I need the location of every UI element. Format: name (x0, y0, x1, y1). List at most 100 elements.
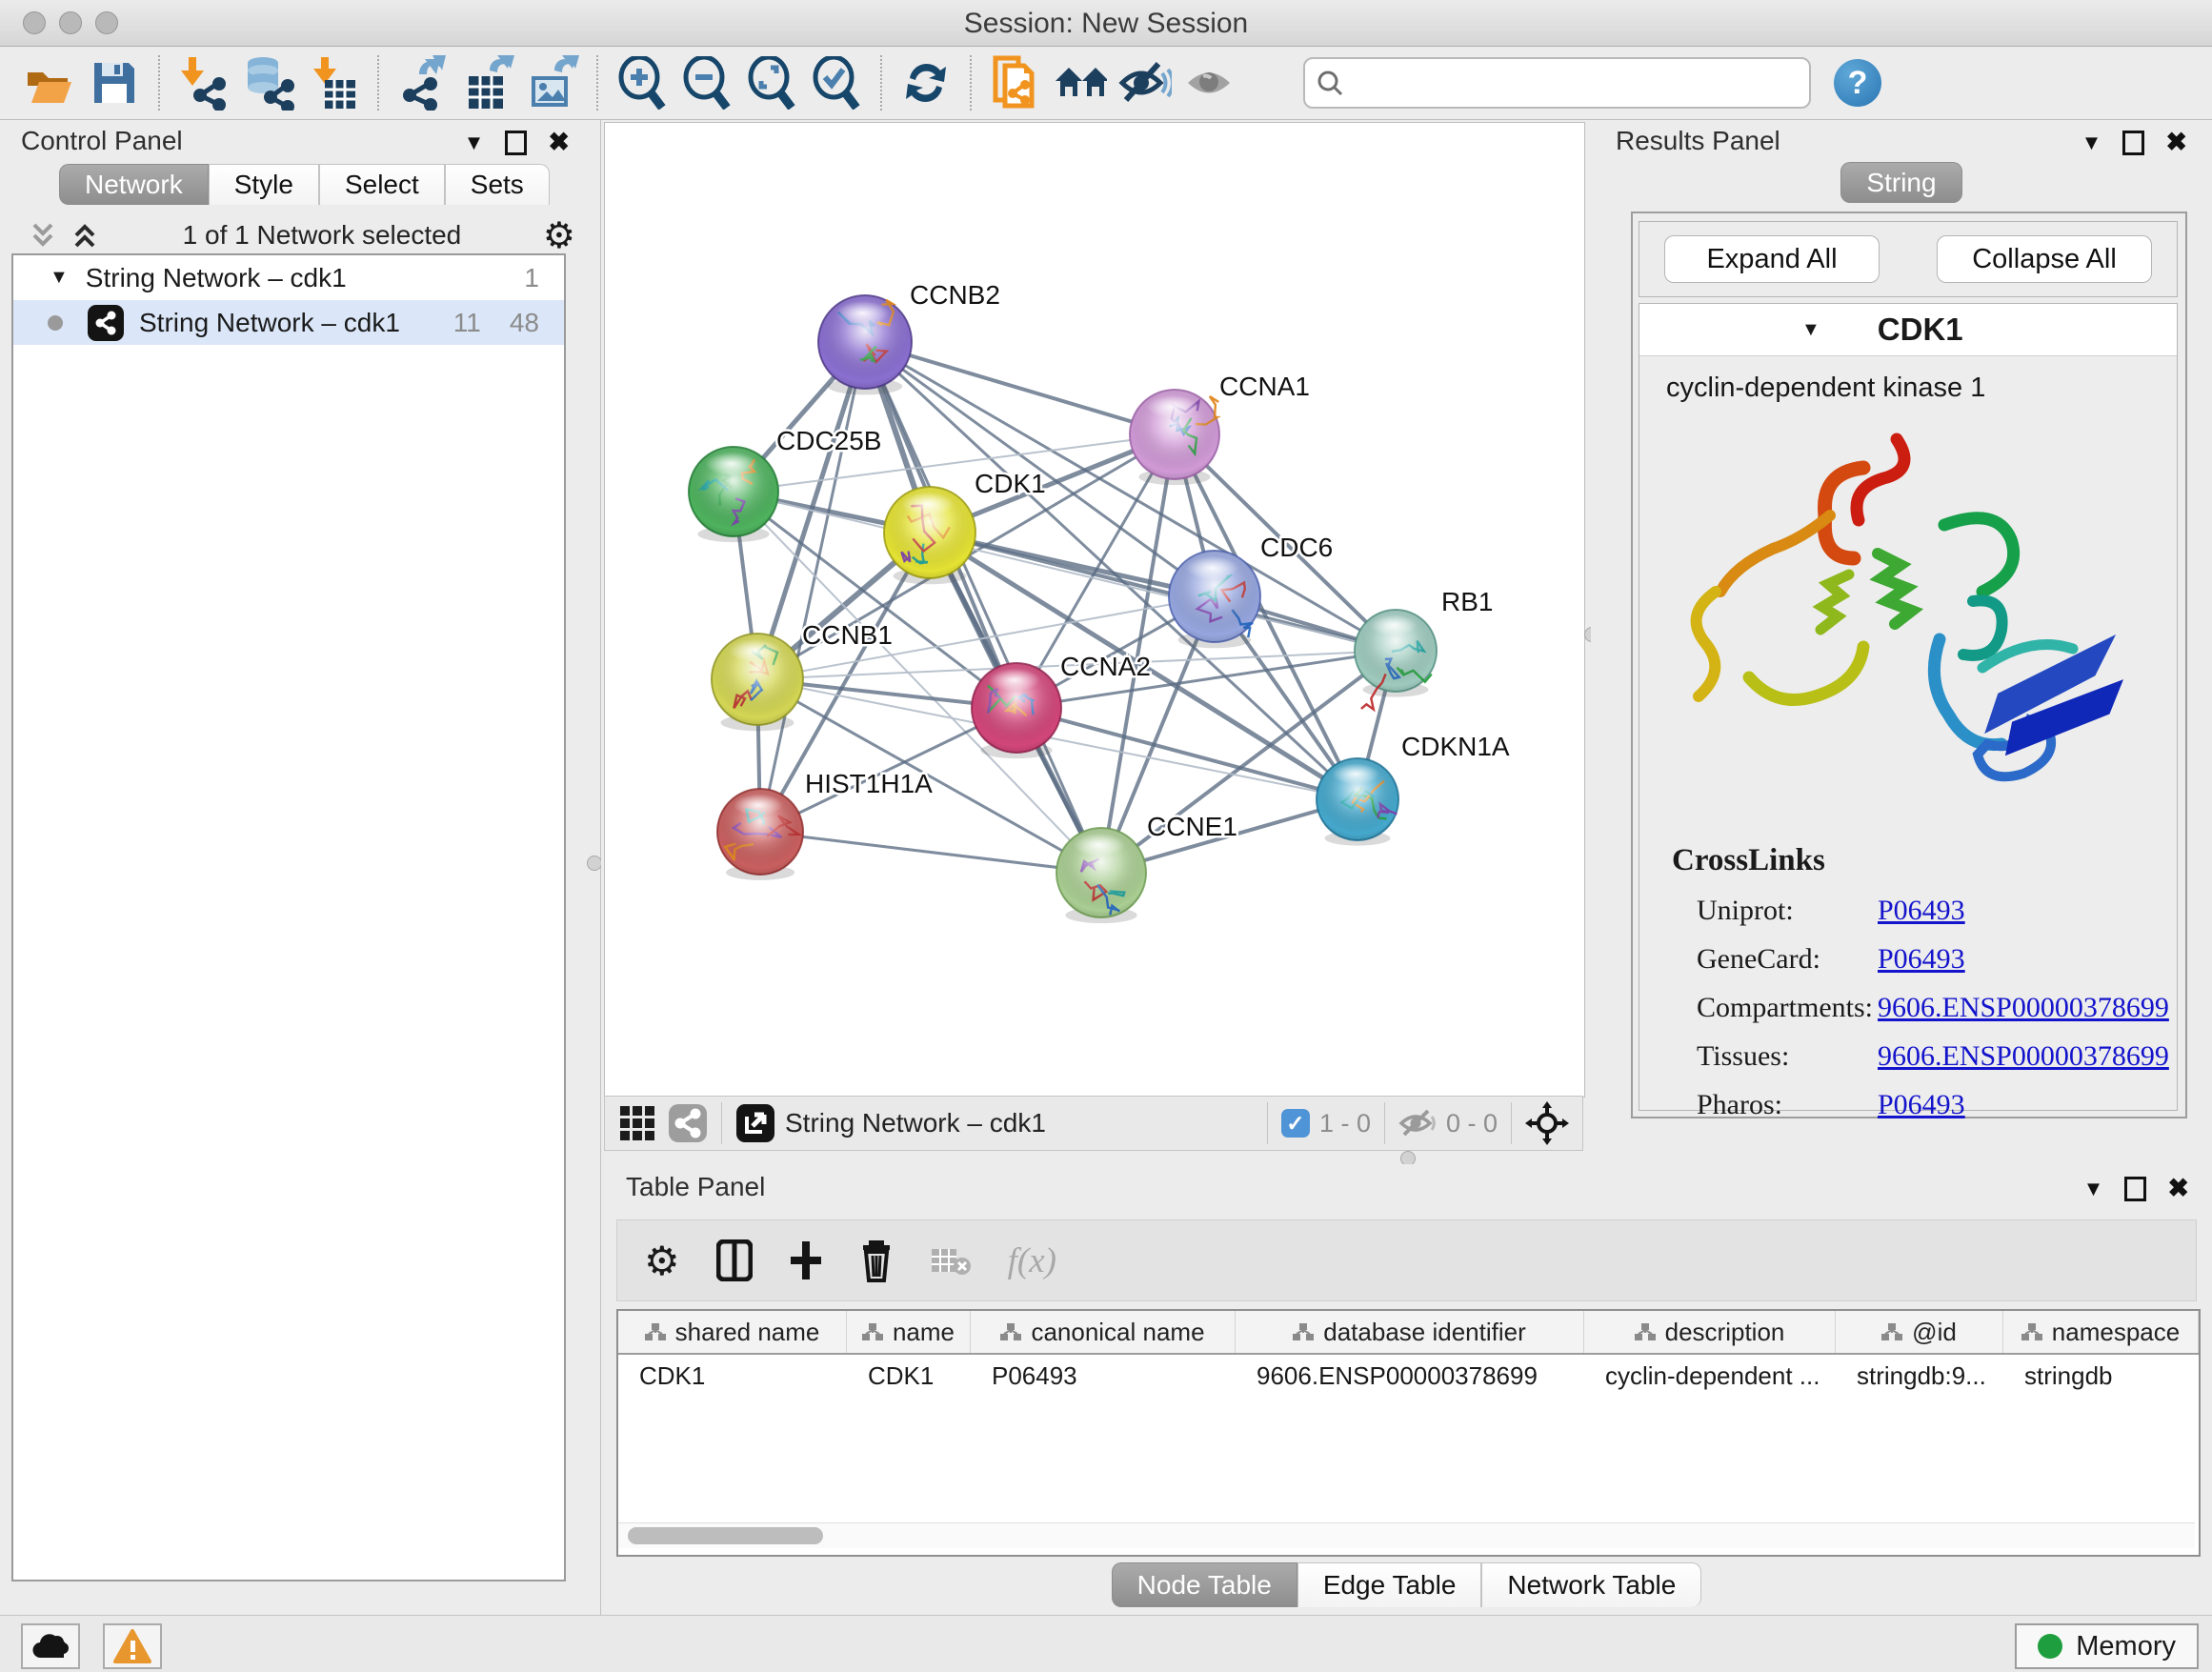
selected-nodes-checkbox[interactable]: ✓ (1281, 1109, 1310, 1138)
import-network-from-database-icon[interactable] (242, 55, 295, 111)
node-table[interactable]: shared namenamecanonical namedatabase id… (616, 1309, 2201, 1557)
network-node-CCNB1[interactable] (712, 634, 803, 725)
expand-tree-icon[interactable] (27, 219, 59, 252)
table-horizontal-scrollbar[interactable] (618, 1522, 2195, 1548)
grid-view-icon[interactable] (618, 1104, 656, 1142)
crosslink-link[interactable]: 9606.ENSP00000378699 (1878, 1040, 2169, 1073)
warning-status-button[interactable] (103, 1623, 162, 1669)
birds-eye-view-icon[interactable] (735, 1103, 775, 1143)
export-table-icon[interactable] (461, 55, 514, 111)
network-collection-row[interactable]: ▼ String Network – cdk1 1 (13, 255, 564, 300)
table-panel-float-icon[interactable]: ▼ (2083, 1177, 2104, 1201)
tab-edge-table[interactable]: Edge Table (1297, 1562, 1482, 1607)
table-row[interactable]: CDK1CDK1P064939606.ENSP00000378699cyclin… (618, 1355, 2199, 1397)
network-node-HIST1H1A[interactable] (717, 789, 803, 875)
table-cell[interactable]: P06493 (971, 1355, 1236, 1397)
export-network-icon[interactable] (396, 55, 450, 111)
gene-card-header[interactable]: ▼ CDK1 (1639, 304, 2177, 356)
delete-column-icon[interactable] (859, 1239, 894, 1282)
save-session-icon[interactable] (88, 55, 141, 111)
memory-button[interactable]: Memory (2015, 1623, 2199, 1669)
search-box[interactable] (1303, 57, 1811, 109)
show-columns-icon[interactable] (716, 1239, 753, 1281)
results-panel-float-icon[interactable]: ▼ (2081, 131, 2102, 155)
network-node-CCNB2[interactable] (818, 295, 912, 389)
column-header-namespace[interactable]: namespace (2003, 1311, 2199, 1353)
hidden-eye-icon[interactable] (1398, 1107, 1437, 1139)
control-panel-float-icon[interactable]: ▼ (464, 131, 485, 155)
collection-expand-icon[interactable]: ▼ (50, 267, 69, 289)
column-header-shared-name[interactable]: shared name (618, 1311, 847, 1353)
network-graph[interactable]: CCNB2CCNA1CDC25BCDK1CDC6RB1CCNB1CCNA2CDK… (605, 123, 1584, 1097)
column-header-@id[interactable]: @id (1836, 1311, 2003, 1353)
network-node-CDC25B[interactable] (689, 447, 778, 536)
zoom-selected-icon[interactable] (810, 55, 863, 111)
help-button[interactable]: ? (1834, 59, 1881, 107)
vertical-splitter-handle[interactable] (587, 856, 602, 871)
table-cell[interactable]: 9606.ENSP00000378699 (1236, 1355, 1584, 1397)
table-cell[interactable]: CDK1 (847, 1355, 971, 1397)
cloud-status-button[interactable] (21, 1623, 80, 1669)
collapse-all-button[interactable]: Collapse All (1937, 235, 2152, 283)
column-header-database-identifier[interactable]: database identifier (1236, 1311, 1584, 1353)
pan-crosshair-icon[interactable] (1525, 1101, 1569, 1145)
table-cell[interactable]: stringdb (2003, 1355, 2199, 1397)
refresh-icon[interactable] (899, 55, 953, 111)
results-panel-title: Results Panel (1616, 126, 1780, 156)
zoom-out-icon[interactable] (680, 55, 734, 111)
import-table-icon[interactable] (307, 55, 360, 111)
tab-node-table[interactable]: Node Table (1112, 1562, 1297, 1607)
network-edge-HIST1H1A-CCNE1[interactable] (760, 832, 1101, 873)
gene-collapse-icon[interactable]: ▼ (1801, 319, 1820, 341)
open-session-icon[interactable] (23, 55, 76, 111)
column-header-canonical-name[interactable]: canonical name (971, 1311, 1236, 1353)
zoom-fit-icon[interactable] (745, 55, 798, 111)
results-panel-maximize-icon[interactable] (2122, 131, 2144, 155)
table-panel-maximize-icon[interactable] (2124, 1177, 2146, 1201)
network-view-mode-icon[interactable] (668, 1103, 708, 1143)
network-node-CDC6[interactable] (1169, 551, 1260, 642)
network-node-CCNE1[interactable] (1056, 828, 1146, 917)
network-options-gear-icon[interactable]: ⚙ (543, 214, 575, 257)
crosslink-link[interactable]: P06493 (1878, 1089, 1965, 1121)
network-row[interactable]: String Network – cdk1 11 48 (13, 300, 564, 345)
hide-selected-icon[interactable] (1118, 55, 1172, 111)
add-column-icon[interactable] (789, 1239, 823, 1281)
tab-sets[interactable]: Sets (445, 164, 550, 205)
column-header-description[interactable]: description (1584, 1311, 1836, 1353)
network-node-CDK1[interactable] (884, 487, 975, 578)
table-panel-close-icon[interactable]: ✖ (2167, 1174, 2189, 1203)
duplicate-network-icon[interactable] (989, 55, 1042, 111)
scrollbar-thumb[interactable] (628, 1527, 823, 1544)
table-cell[interactable]: stringdb:9... (1836, 1355, 2003, 1397)
table-cell[interactable]: cyclin-dependent ... (1584, 1355, 1836, 1397)
table-cell[interactable]: CDK1 (618, 1355, 847, 1397)
export-image-icon[interactable] (526, 55, 579, 111)
network-node-CCNA2[interactable] (972, 663, 1061, 753)
zoom-in-icon[interactable] (615, 55, 669, 111)
tab-network[interactable]: Network (59, 164, 209, 205)
table-options-gear-icon[interactable]: ⚙ (644, 1238, 680, 1284)
tab-select[interactable]: Select (319, 164, 445, 205)
first-neighbors-icon[interactable] (1054, 55, 1107, 111)
control-panel-maximize-icon[interactable] (505, 131, 527, 155)
tab-network-table[interactable]: Network Table (1481, 1562, 1701, 1607)
collapse-tree-icon[interactable] (69, 219, 101, 252)
search-input[interactable] (1351, 68, 1798, 99)
network-edge-CCNB2-CCNA1[interactable] (865, 342, 1175, 434)
crosslink-link[interactable]: P06493 (1878, 943, 1965, 976)
network-node-CCNA1[interactable] (1130, 390, 1219, 479)
show-all-icon[interactable] (1183, 55, 1237, 111)
expand-all-button[interactable]: Expand All (1664, 235, 1880, 283)
results-panel-close-icon[interactable]: ✖ (2165, 128, 2187, 157)
network-node-CDKN1A[interactable] (1317, 758, 1398, 840)
column-header-name[interactable]: name (847, 1311, 971, 1353)
crosslink-link[interactable]: 9606.ENSP00000378699 (1878, 992, 2169, 1024)
network-canvas[interactable]: CCNB2CCNA1CDC25BCDK1CDC6RB1CCNB1CCNA2CDK… (604, 122, 1585, 1098)
import-network-icon[interactable] (177, 55, 231, 111)
tab-string[interactable]: String (1840, 162, 1961, 203)
tab-style[interactable]: Style (209, 164, 319, 205)
crosslink-link[interactable]: P06493 (1878, 895, 1965, 927)
network-edge-CCNB2-HIST1H1A[interactable] (760, 342, 865, 832)
control-panel-close-icon[interactable]: ✖ (548, 128, 570, 157)
